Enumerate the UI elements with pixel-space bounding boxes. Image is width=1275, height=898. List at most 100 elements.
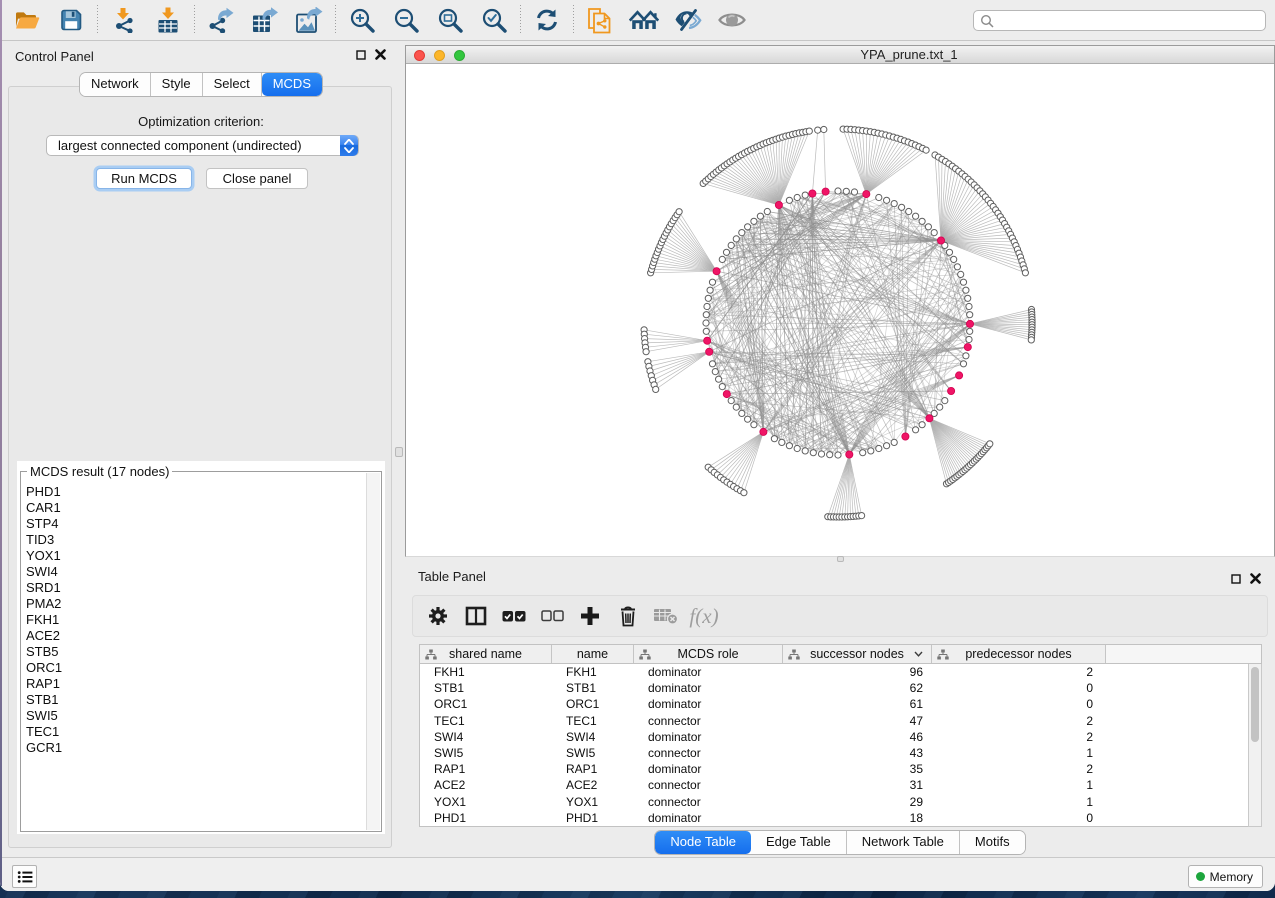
tab-motifs[interactable]: Motifs <box>960 831 1025 854</box>
splitter-grip[interactable] <box>837 556 844 562</box>
export-image-button[interactable] <box>287 2 331 38</box>
export-network-button[interactable] <box>199 2 243 38</box>
column-header-successor-nodes[interactable]: successor nodes <box>783 645 932 663</box>
column-header-shared-name[interactable]: shared name <box>420 645 552 663</box>
cell-successor-nodes: 43 <box>783 746 932 760</box>
result-node[interactable]: PMA2 <box>22 596 366 612</box>
trash-icon <box>618 605 638 627</box>
close-panel-icon[interactable] <box>1250 573 1261 584</box>
network-graph-canvas[interactable] <box>406 65 1274 556</box>
result-node[interactable]: STP4 <box>22 516 366 532</box>
table-row[interactable]: ACE2ACE2connector311 <box>420 777 1249 793</box>
zoom-fit-button[interactable] <box>428 2 472 38</box>
memory-button[interactable]: Memory <box>1188 865 1263 888</box>
tab-network-table[interactable]: Network Table <box>847 831 960 854</box>
result-node[interactable]: STB5 <box>22 644 366 660</box>
network-window-titlebar[interactable]: YPA_prune.txt_1 <box>406 46 1274 64</box>
run-mcds-button[interactable]: Run MCDS <box>96 168 192 189</box>
table-row[interactable]: STB1STB1dominator620 <box>420 680 1249 696</box>
fx-button[interactable]: f(x) <box>685 598 723 634</box>
add-button[interactable] <box>571 598 609 634</box>
import-network-button[interactable] <box>102 2 146 38</box>
select-all-button[interactable] <box>495 598 533 634</box>
window-minimize-button[interactable] <box>434 50 445 61</box>
close-panel-icon[interactable] <box>375 49 386 60</box>
save-session-button[interactable] <box>49 2 93 38</box>
table-row[interactable]: FKH1FKH1dominator962 <box>420 664 1249 680</box>
result-node[interactable]: CAR1 <box>22 500 366 516</box>
cell-shared-name: RAP1 <box>420 762 552 776</box>
table-row[interactable]: TEC1TEC1connector472 <box>420 713 1249 729</box>
result-node[interactable]: YOX1 <box>22 548 366 564</box>
table-row[interactable]: RAP1RAP1dominator352 <box>420 761 1249 777</box>
deselect-all-button[interactable] <box>533 598 571 634</box>
table-scrollbar[interactable] <box>1248 664 1262 827</box>
horizontal-splitter[interactable] <box>405 557 1275 566</box>
result-list-scrollbar[interactable] <box>366 473 380 830</box>
result-node[interactable]: GCR1 <box>22 740 366 756</box>
column-header-predecessor-nodes[interactable]: predecessor nodes <box>932 645 1106 663</box>
clone-network-button[interactable] <box>578 2 622 38</box>
mcds-result-list[interactable]: PHD1CAR1STP4TID3YOX1SWI4SRD1PMA2FKH1ACE2… <box>22 484 366 830</box>
cell-MCDS-role: connector <box>634 714 783 728</box>
refresh-button[interactable] <box>525 2 569 38</box>
scrollbar-thumb[interactable] <box>1251 667 1259 742</box>
result-node[interactable]: SRD1 <box>22 580 366 596</box>
show-all-button[interactable] <box>710 2 754 38</box>
column-header-name[interactable]: name <box>552 645 634 663</box>
result-node[interactable]: RAP1 <box>22 676 366 692</box>
panel-buttons <box>356 49 386 60</box>
trash-button[interactable] <box>609 598 647 634</box>
neighbors-button[interactable] <box>622 2 666 38</box>
result-node[interactable]: PHD1 <box>22 484 366 500</box>
zoom-out-button[interactable] <box>384 2 428 38</box>
result-node[interactable]: STB1 <box>22 692 366 708</box>
splitter-grip[interactable] <box>395 447 403 457</box>
result-node[interactable]: TID3 <box>22 532 366 548</box>
zoom-in-button[interactable] <box>340 2 384 38</box>
tab-select[interactable]: Select <box>203 73 262 96</box>
result-node[interactable]: ORC1 <box>22 660 366 676</box>
hide-selected-button[interactable] <box>666 2 710 38</box>
vertical-splitter[interactable] <box>394 42 405 857</box>
search-input[interactable] <box>994 12 1265 29</box>
tab-edge-table[interactable]: Edge Table <box>751 831 847 854</box>
zoom-selected-button[interactable] <box>472 2 516 38</box>
close-panel-button[interactable]: Close panel <box>206 168 308 189</box>
result-node[interactable]: FKH1 <box>22 612 366 628</box>
window-close-button[interactable] <box>414 50 425 61</box>
tab-mcds[interactable]: MCDS <box>262 73 322 96</box>
criterion-dropdown[interactable]: largest connected component (undirected) <box>46 135 359 156</box>
tab-style[interactable]: Style <box>151 73 203 96</box>
float-panel-icon[interactable] <box>356 50 366 60</box>
open-file-button[interactable] <box>5 2 49 38</box>
table-row[interactable]: SWI4SWI4dominator462 <box>420 729 1249 745</box>
export-table-button[interactable] <box>243 2 287 38</box>
table-row[interactable]: YOX1YOX1connector291 <box>420 794 1249 810</box>
table-row[interactable]: SWI5SWI5connector431 <box>420 745 1249 761</box>
table-delete-button[interactable] <box>647 598 685 634</box>
result-node[interactable]: SWI4 <box>22 564 366 580</box>
gear-button[interactable] <box>419 598 457 634</box>
column-header-MCDS-role[interactable]: MCDS role <box>634 645 783 663</box>
criterion-dropdown-value: largest connected component (undirected) <box>58 138 302 153</box>
tab-network[interactable]: Network <box>80 73 151 96</box>
toolbar-separator <box>194 5 195 35</box>
list-icon <box>17 870 33 884</box>
result-node[interactable]: SWI5 <box>22 708 366 724</box>
float-panel-icon[interactable] <box>1231 574 1241 584</box>
window-maximize-button[interactable] <box>454 50 465 61</box>
task-history-button[interactable] <box>12 865 37 888</box>
cell-shared-name: FKH1 <box>420 665 552 679</box>
cell-name: ACE2 <box>552 778 634 792</box>
dropdown-stepper-icon <box>340 135 358 156</box>
search-box[interactable] <box>973 10 1266 31</box>
result-node[interactable]: TEC1 <box>22 724 366 740</box>
import-table-button[interactable] <box>146 2 190 38</box>
table-row[interactable]: PHD1PHD1dominator180 <box>420 810 1249 826</box>
result-node[interactable]: ACE2 <box>22 628 366 644</box>
columns-button[interactable] <box>457 598 495 634</box>
tab-node-table[interactable]: Node Table <box>655 831 751 854</box>
cell-name: ORC1 <box>552 697 634 711</box>
table-row[interactable]: ORC1ORC1dominator610 <box>420 696 1249 712</box>
